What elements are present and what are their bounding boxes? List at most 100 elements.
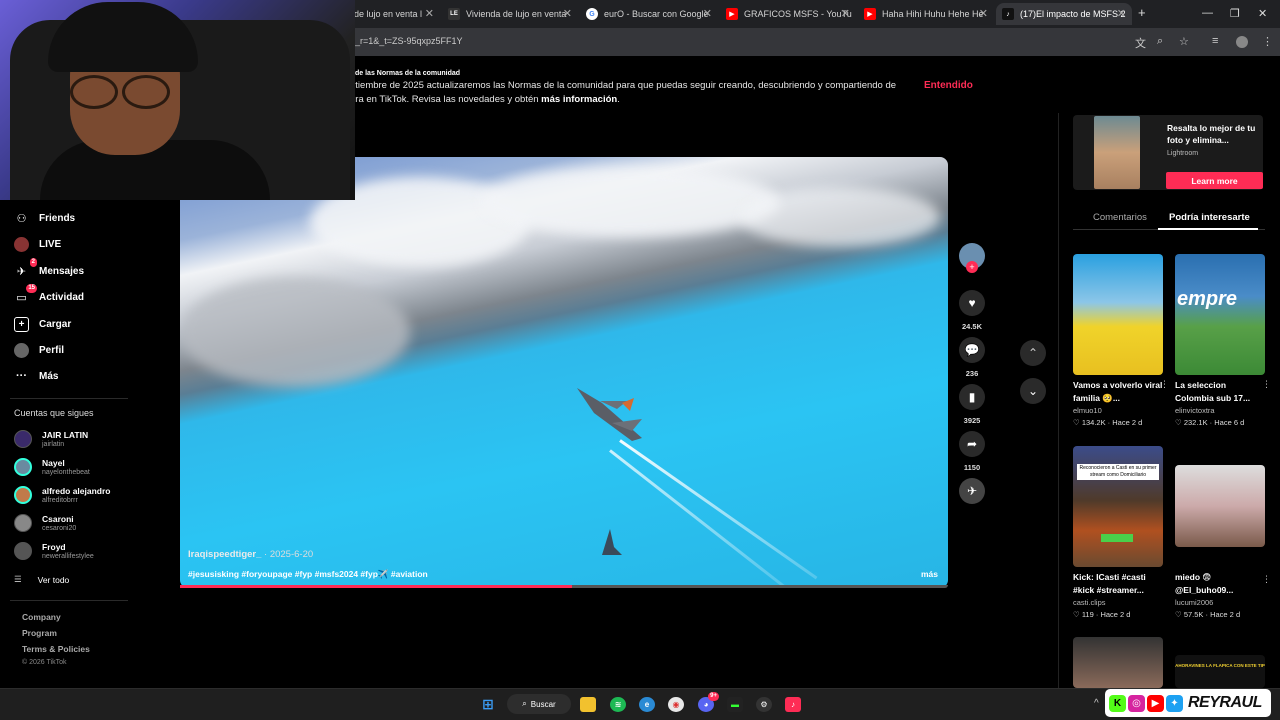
browser-tab[interactable]: de lujo en venta l ✕ (348, 3, 440, 25)
app-icon[interactable]: ⚙ (756, 697, 772, 712)
close-icon[interactable]: ✕ (1117, 7, 1126, 20)
tab-suggested[interactable]: Podría interesarte (1169, 212, 1250, 223)
author-name[interactable]: Iraqispeedtiger_ (188, 549, 261, 560)
edge-icon[interactable]: e (639, 697, 655, 712)
nav-live[interactable]: LIVE (14, 236, 61, 252)
video-thumbnail[interactable] (1073, 637, 1163, 688)
card-user[interactable]: casti.clips (1073, 598, 1163, 607)
understood-button[interactable]: Entendido (924, 80, 973, 91)
tab-comments[interactable]: Comentarios (1093, 212, 1147, 223)
see-all-button[interactable]: ☰ Ver todo (14, 574, 69, 585)
like-button[interactable]: ♥ 24.5K (958, 290, 986, 331)
tab-title: de lujo en venta l (354, 9, 423, 19)
video-player[interactable] (180, 157, 948, 588)
notice-title: de las Normas de la comunidad (355, 70, 461, 77)
video-thumbnail[interactable]: Reconocieron a Casti en su primer stream… (1073, 446, 1163, 567)
suggested-video-card[interactable]: empre La seleccion Colombia sub 17... ⋮ … (1175, 254, 1271, 427)
video-thumbnail[interactable]: empre (1175, 254, 1265, 375)
browser-tab[interactable]: ▶ GRAFICOS MSFS - YouTu ✕ (720, 3, 856, 25)
tiktok-icon[interactable]: ♪ (785, 697, 801, 712)
save-button[interactable]: ▮ 3925 (958, 384, 986, 425)
card-user[interactable]: lucumi2006 (1175, 598, 1265, 607)
video-author[interactable]: Iraqispeedtiger_ · 2025-6-20 (188, 549, 313, 560)
menu-kebab-icon[interactable]: ⋮ (1262, 35, 1273, 48)
tray-chevron-icon[interactable]: ^ (1094, 698, 1099, 709)
new-tab-icon[interactable]: + (1138, 5, 1146, 20)
nav-more[interactable]: ··· Más (14, 368, 58, 384)
zoom-icon[interactable]: ⌕ (1157, 35, 1163, 48)
taskbar-search[interactable]: ⌕ Buscar (507, 694, 571, 714)
bookmark-star-icon[interactable]: ☆ (1179, 35, 1189, 48)
avatar (14, 486, 32, 504)
chevron-down-icon[interactable]: ⌄ (1020, 378, 1046, 404)
following-handle: alfreditobrrr (42, 496, 78, 504)
nav-label: Cargar (39, 318, 72, 330)
streamer-name: REYRAUL (1188, 694, 1262, 711)
terminal-icon[interactable]: ▬ (727, 697, 743, 712)
comment-button[interactable]: 💬 236 (958, 337, 986, 378)
maximize-icon[interactable]: ❐ (1230, 7, 1240, 20)
more-info-link[interactable]: más información (541, 94, 617, 105)
close-window-icon[interactable]: ✕ (1258, 7, 1267, 20)
more-options-icon[interactable]: ⋮ (1160, 379, 1169, 390)
footer-link-program[interactable]: Program (22, 628, 57, 638)
discord-badge: 9+ (708, 692, 719, 701)
nav-friends[interactable]: ⚇ Friends (14, 210, 76, 226)
close-icon[interactable]: ✕ (979, 7, 988, 20)
close-icon[interactable]: ✕ (425, 7, 434, 20)
video-thumbnail[interactable] (1073, 254, 1163, 375)
more-button[interactable]: más (921, 569, 938, 579)
following-item[interactable]: alfredo alejandro alfreditobrrr (14, 483, 111, 507)
card-user[interactable]: elinvictoxtra (1175, 406, 1265, 415)
minimize-icon[interactable]: — (1202, 7, 1213, 19)
card-user[interactable]: elmuo10 (1073, 406, 1163, 415)
close-icon[interactable]: ✕ (841, 7, 850, 20)
footer-link-terms[interactable]: Terms & Policies (22, 644, 90, 654)
browser-tab[interactable]: G eurO - Buscar con Google ✕ (580, 3, 718, 25)
browser-tab-active[interactable]: ♪ (17)El impacto de MSFS 2 ✕ (996, 3, 1132, 25)
suggested-video-card[interactable]: Reconocieron a Casti en su primer stream… (1073, 446, 1163, 619)
video-thumbnail[interactable] (1175, 465, 1265, 547)
browser-tab[interactable]: ▶ Haha Hihi Huhu Hehe He ✕ (858, 3, 994, 25)
tab-title: eurO - Buscar con Google (604, 9, 709, 19)
close-icon[interactable]: ✕ (703, 7, 712, 20)
taskbar-search-label: Buscar (530, 699, 556, 709)
footer-link-company[interactable]: Company (22, 612, 61, 622)
share-button[interactable]: ➦ 1150 (958, 431, 986, 472)
tiktok-icon: ♪ (1002, 8, 1014, 20)
nav-activity[interactable]: ▭ 15 Actividad (14, 283, 84, 305)
tab-title: Vivienda de lujo en venta (466, 9, 567, 19)
profile-avatar[interactable] (1236, 36, 1248, 48)
following-header: Cuentas que sigues (14, 408, 94, 418)
follow-plus-icon[interactable]: + (966, 261, 978, 273)
learn-more-button[interactable]: Learn more (1166, 172, 1263, 189)
nav-upload[interactable]: + Cargar (14, 316, 71, 332)
sound-disc[interactable]: ✈ (958, 478, 986, 504)
video-thumbnail[interactable]: AHORAVINES LA FLAPICA CON ESTE TIP (1175, 655, 1265, 688)
more-options-icon[interactable]: ⋮ (1262, 574, 1271, 585)
chevron-up-icon[interactable]: ⌃ (1020, 340, 1046, 366)
browser-tab[interactable]: LE Vivienda de lujo en venta ✕ (442, 3, 578, 25)
media-control-icon[interactable]: ≡ (1212, 35, 1218, 47)
suggested-video-card[interactable]: Vamos a volverlo viral familia 🥺... ⋮ el… (1073, 254, 1169, 427)
suggested-video-card[interactable]: miedo 😨 @El_buho09... ⋮ lucumi2006 ♡ 57.… (1175, 465, 1271, 619)
windows-start-icon[interactable]: ⊞ (480, 696, 496, 712)
video-hashtags[interactable]: #jesusisking #foryoupage #fyp #msfs2024 … (188, 569, 428, 580)
close-icon[interactable]: ✕ (563, 7, 572, 20)
nav-profile[interactable]: Perfil (14, 342, 64, 358)
following-item[interactable]: Nayel nayelonthebeat (14, 455, 90, 479)
translate-icon[interactable]: 文 (1135, 35, 1146, 51)
creator-avatar[interactable]: + (958, 243, 986, 273)
following-item[interactable]: Csaroni cesaroni20 (14, 511, 76, 535)
discord-icon[interactable]: ◕ 9+ (698, 692, 719, 712)
file-explorer-icon[interactable] (580, 697, 596, 712)
chrome-icon[interactable]: ◉ (668, 697, 684, 712)
following-item[interactable]: Froyd newerallifestylee (14, 539, 94, 563)
following-item[interactable]: JAIR LATIN jairlatin (14, 427, 88, 451)
more-options-icon[interactable]: ⋮ (1262, 379, 1271, 390)
following-name: Nayel (42, 457, 65, 468)
url-text[interactable]: _r=1&_t=ZS-95qxpz5FF1Y (355, 36, 463, 46)
nav-messages[interactable]: ✈ 2 Mensajes (14, 257, 84, 279)
spotify-icon[interactable]: ≋ (610, 697, 626, 712)
card-likes: 134.2K (1081, 418, 1106, 427)
